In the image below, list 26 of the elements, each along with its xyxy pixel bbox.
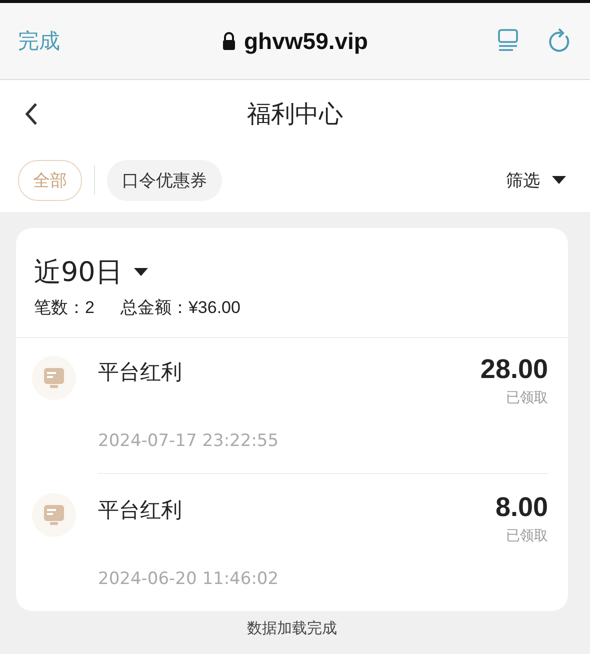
total-label: 总金额： bbox=[120, 297, 188, 319]
filter-button[interactable]: 筛选 bbox=[506, 168, 540, 192]
dropdown-caret-icon[interactable] bbox=[552, 176, 566, 184]
lock-icon bbox=[222, 32, 236, 50]
record-name: 平台红利 bbox=[98, 359, 182, 386]
record-name: 平台红利 bbox=[98, 497, 182, 524]
monitor-icon bbox=[32, 493, 76, 537]
dropdown-caret-icon[interactable] bbox=[134, 268, 148, 276]
record-time: 2024-07-17 23:22:55 bbox=[98, 431, 280, 451]
record-status: 已领取 bbox=[506, 389, 548, 407]
record-time: 2024-06-20 11:46:02 bbox=[98, 569, 280, 589]
total-value: ¥36.00 bbox=[188, 298, 240, 318]
filter-tab[interactable]: 口令优惠券 bbox=[107, 160, 222, 200]
reader-icon[interactable] bbox=[496, 28, 520, 52]
url-text[interactable]: ghvw59.vip bbox=[244, 28, 368, 54]
count-value: 2 bbox=[85, 298, 94, 318]
load-complete-text: 数据加载完成 bbox=[246, 619, 338, 638]
record-amount: 28.00 bbox=[480, 354, 548, 385]
page-title: 福利中心 bbox=[247, 99, 343, 130]
count-label: 笔数： bbox=[34, 297, 85, 319]
reload-icon[interactable] bbox=[548, 28, 572, 54]
back-icon[interactable] bbox=[24, 102, 38, 126]
monitor-icon bbox=[32, 356, 76, 400]
record-amount: 8.00 bbox=[495, 492, 548, 523]
record-status: 已领取 bbox=[506, 527, 548, 545]
period-selector[interactable]: 近90日 bbox=[34, 254, 122, 290]
